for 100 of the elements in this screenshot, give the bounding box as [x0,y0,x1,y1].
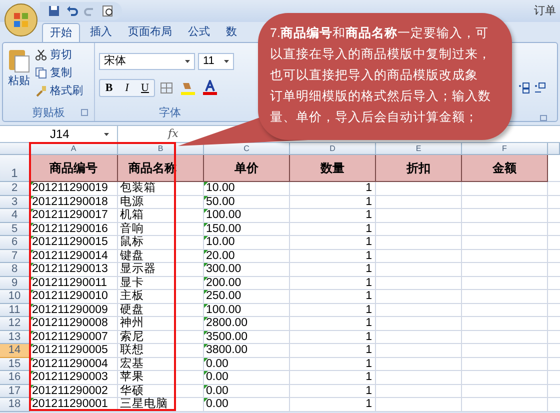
column-header[interactable]: A [30,143,118,155]
row-header[interactable]: 14 [0,344,30,358]
table-cell: 201211290007 [30,330,118,344]
table-cell: 华硕 [118,384,204,398]
table-cell: 0.00 [204,398,290,412]
font-size-field[interactable]: 11 [198,53,234,70]
table-cell: 机箱 [118,209,204,222]
dropdown-arrow-icon[interactable] [104,132,109,136]
row-header[interactable]: 6 [0,236,30,250]
table-cell: 3500.00 [204,330,290,344]
table-cell: 1 [290,304,376,317]
row-header[interactable]: 12 [0,317,30,330]
group-label: 剪贴板 [32,106,65,121]
row-header[interactable]: 18 [0,398,30,412]
table-cell: 1 [290,222,376,236]
row-header[interactable]: 2 [0,182,30,196]
table-cell: 201211290016 [30,222,118,236]
table-cell: 0.00 [204,384,290,398]
table-cell: 1 [290,196,376,209]
header-cell: 单价 [204,155,290,182]
table-cell: 主板 [118,290,204,304]
row-header[interactable]: 4 [0,209,30,222]
clipboard-command[interactable]: 复制 [35,65,83,81]
ribbon-tab[interactable]: 开始 [42,23,80,42]
print-preview-icon[interactable] [102,5,114,17]
format-button[interactable]: B [100,80,118,96]
table-cell: 20.00 [204,250,290,263]
table-cell: 1 [290,330,376,344]
callout-text: 7.商品编号和商品名称一定要输入，可 以直接在导入的商品模版中复制过来， 也可以直接把导入的商品模版改成象 订单明细模版的格式然后导入；输入数 量、单价，导入后会自动计算金额； [270,25,491,126]
ribbon-tab[interactable]: 插入 [84,23,118,42]
header-cell: 折扣 [376,155,462,182]
table-cell: 100.00 [204,209,290,222]
table-cell: 显卡 [118,276,204,290]
format-button[interactable]: U [136,80,154,96]
table-cell: 201211290013 [30,263,118,276]
column-header[interactable]: F [462,143,548,155]
name-box[interactable]: J14 [0,126,118,142]
row-header[interactable]: 10 [0,290,30,304]
table-cell: 鼠标 [118,236,204,250]
table-cell: 索尼 [118,330,204,344]
table-cell: 201211290005 [30,344,118,358]
table-cell: 1 [290,250,376,263]
table-cell: 1 [290,398,376,412]
window-title: 订单 [534,4,556,19]
table-cell: 201211290011 [30,276,118,290]
save-icon[interactable] [48,5,60,17]
table-cell: 200.00 [204,276,290,290]
column-header[interactable]: C [204,143,290,155]
undo-icon[interactable] [66,5,78,17]
clipboard-command[interactable]: 格式刷 [35,83,83,99]
font-name-field[interactable]: 宋体 [99,53,195,70]
copy-icon [35,67,47,79]
ribbon-tab[interactable]: 数 [220,23,243,42]
table-cell: 201211290001 [30,398,118,412]
table-cell: 1 [290,209,376,222]
table-cell: 苹果 [118,371,204,384]
decrease-decimal-icon[interactable] [533,81,547,95]
table-cell: 1 [290,290,376,304]
table-cell: 300.00 [204,263,290,276]
fill-color-icon[interactable] [179,80,197,96]
increase-decimal-icon[interactable] [517,81,531,95]
table-cell: 键盘 [118,250,204,263]
table-cell: 201211290015 [30,236,118,250]
select-all-corner[interactable] [0,143,30,155]
ribbon-tab[interactable]: 公式 [182,23,216,42]
paste-button[interactable]: 粘贴 [3,47,35,105]
table-cell: 2800.00 [204,317,290,330]
table-cell: 宏基 [118,358,204,371]
fx-label[interactable]: fx [168,126,178,142]
table-cell: 201211290018 [30,196,118,209]
dropdown-arrow-icon[interactable] [224,60,229,63]
font-color-icon[interactable] [201,80,219,96]
row-header[interactable]: 1 [0,155,30,182]
row-header[interactable]: 16 [0,371,30,384]
table-cell: 1 [290,384,376,398]
borders-icon[interactable] [159,81,175,95]
brush-icon [35,85,47,97]
table-cell: 1 [290,317,376,330]
column-header[interactable]: E [376,143,462,155]
table-cell: 1 [290,236,376,250]
table-cell: 201211290019 [30,182,118,196]
table-cell: 3800.00 [204,344,290,358]
table-cell: 201211290010 [30,290,118,304]
dropdown-arrow-icon[interactable] [185,60,190,63]
table-cell: 201211290004 [30,358,118,371]
office-logo-icon[interactable] [4,3,38,37]
column-header[interactable]: D [290,143,376,155]
table-cell: 201211290003 [30,371,118,384]
table-cell: 201211290009 [30,304,118,317]
table-cell: 联想 [118,344,204,358]
scissors-icon [35,49,47,61]
format-button[interactable]: I [118,80,136,96]
table-cell: 1 [290,182,376,196]
row-header[interactable]: 8 [0,263,30,276]
clipboard-command[interactable]: 剪切 [35,47,83,63]
table-cell: 显示器 [118,263,204,276]
table-cell: 100.00 [204,304,290,317]
table-cell: 201211290008 [30,317,118,330]
table-cell: 150.00 [204,222,290,236]
ribbon-tab[interactable]: 页面布局 [122,23,178,42]
